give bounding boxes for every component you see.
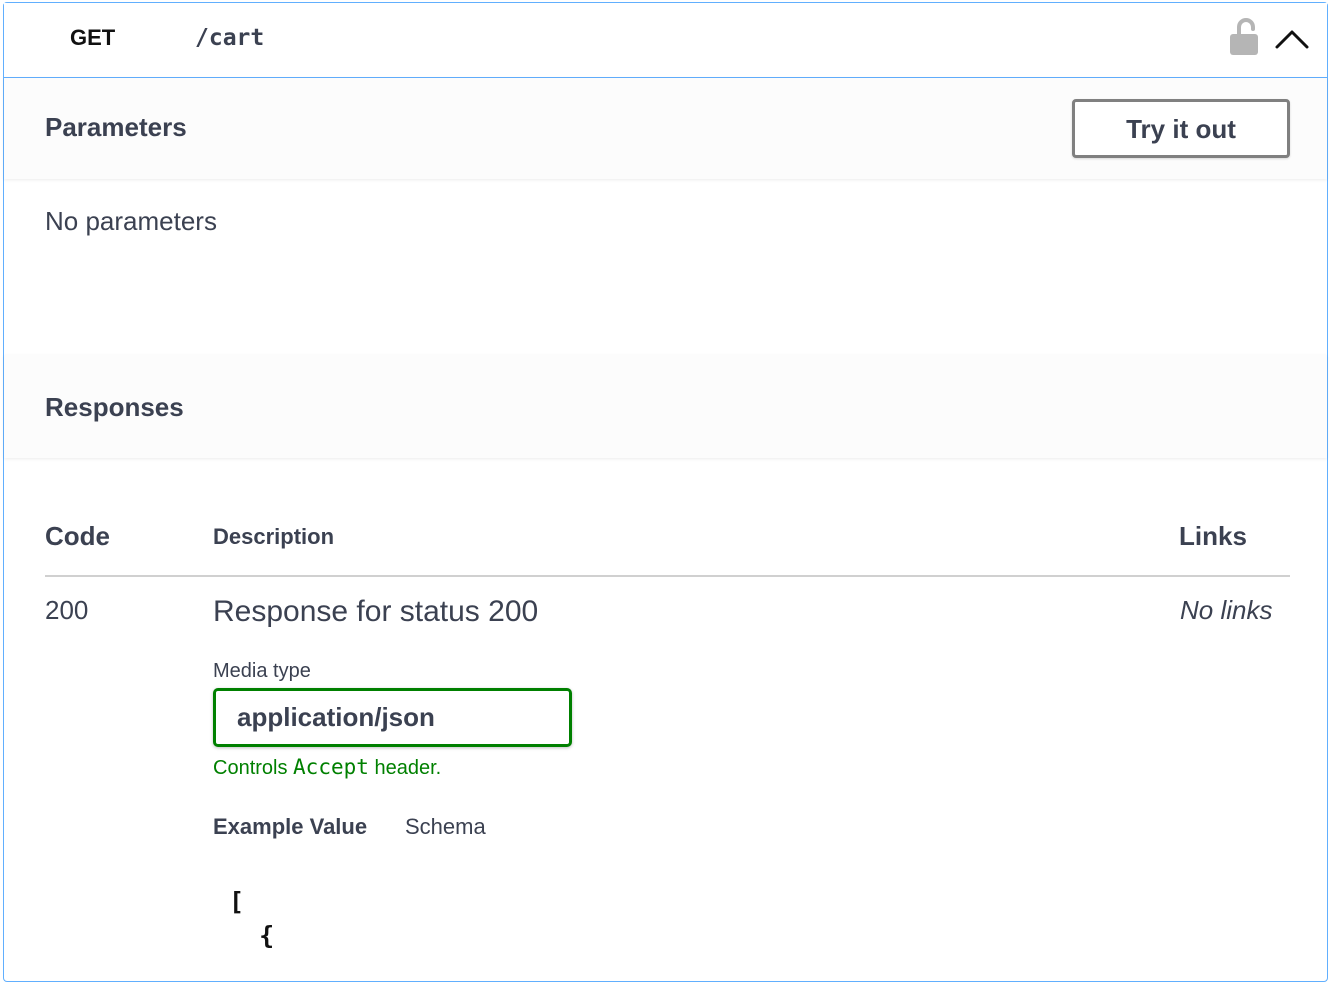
column-header-description: Description xyxy=(213,524,335,549)
column-header-links: Links xyxy=(1179,521,1247,551)
operation-summary[interactable]: GET /cart xyxy=(4,3,1327,78)
responses-title: Responses xyxy=(45,392,184,422)
example-code-line: { xyxy=(229,921,275,950)
chevron-up-icon[interactable] xyxy=(1272,23,1312,53)
response-code: 200 xyxy=(45,595,89,625)
responses-header: Responses xyxy=(4,355,1327,458)
media-type-select[interactable]: application/json xyxy=(213,688,572,747)
operation-block-get-cart: GET /cart Parameters Try it out No param… xyxy=(3,2,1328,982)
controls-prefix: Controls xyxy=(213,757,294,779)
tab-schema[interactable]: Schema xyxy=(405,814,486,840)
controls-accept-note: Controls Accept header. xyxy=(213,755,441,780)
column-header-code: Code xyxy=(45,521,110,551)
response-links: No links xyxy=(1180,595,1273,625)
parameters-header: Parameters Try it out xyxy=(4,78,1327,179)
response-description: Response for status 200 xyxy=(213,595,539,628)
unlocked-padlock-icon[interactable] xyxy=(1227,17,1261,57)
example-value-code: [ { xyxy=(229,885,274,953)
no-parameters-text: No parameters xyxy=(45,206,217,236)
accept-header-code: Accept xyxy=(293,755,369,779)
parameters-title: Parameters xyxy=(45,112,187,142)
try-it-out-button[interactable]: Try it out xyxy=(1072,99,1290,158)
endpoint-path: /cart xyxy=(195,25,265,51)
table-header-divider xyxy=(45,575,1290,577)
http-method: GET xyxy=(70,25,116,50)
media-type-label: Media type xyxy=(213,660,311,682)
example-code-line: [ xyxy=(229,887,245,916)
controls-suffix: header. xyxy=(368,757,442,779)
tab-example-value[interactable]: Example Value xyxy=(213,814,367,840)
